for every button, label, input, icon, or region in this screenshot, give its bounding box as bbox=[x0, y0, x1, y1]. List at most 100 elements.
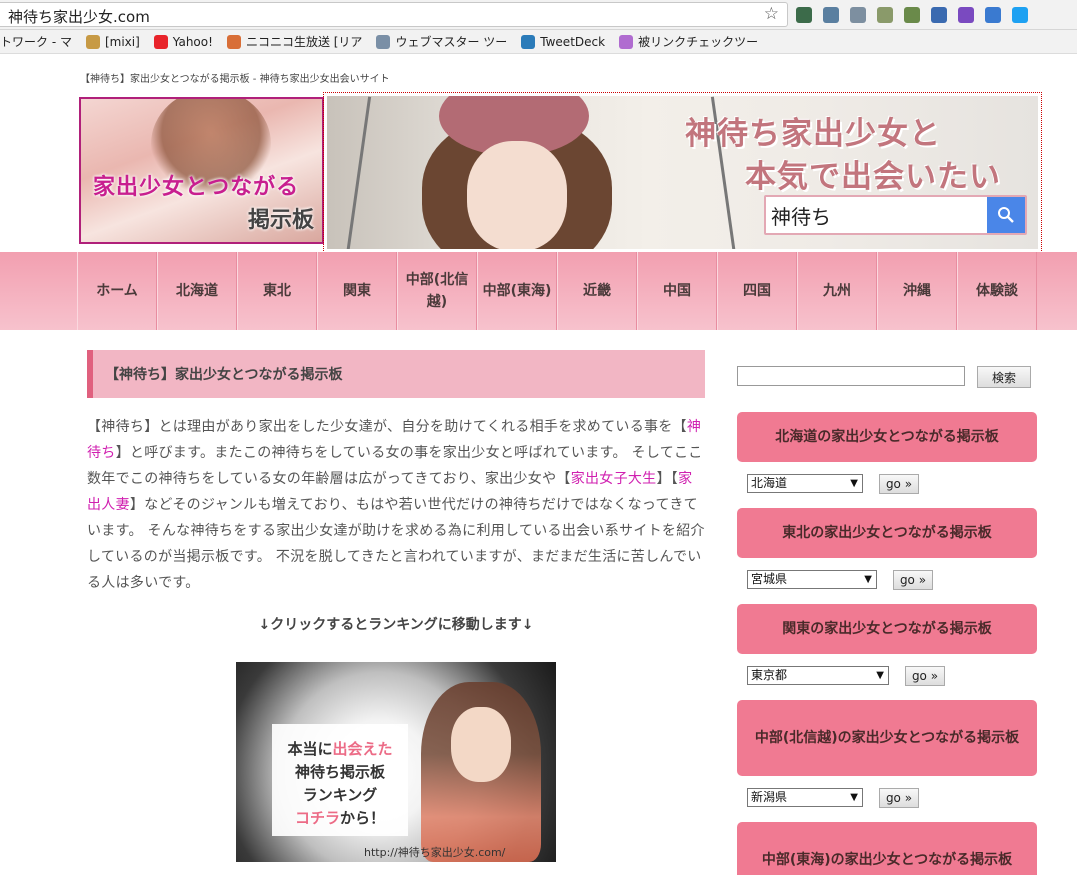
go-button[interactable]: go » bbox=[879, 474, 919, 494]
search-icon bbox=[998, 207, 1014, 223]
header-banner: 神待ち家出少女と 本気で出会いたい bbox=[323, 92, 1042, 253]
bookmark-favicon-icon bbox=[153, 34, 168, 49]
y-icon[interactable] bbox=[877, 7, 893, 23]
bookmark-item[interactable]: Yahoo! bbox=[153, 34, 213, 49]
db-icon[interactable] bbox=[985, 7, 1001, 23]
bookmark-label: TweetDeck bbox=[540, 34, 606, 49]
intro-text-part: 【神待ち】とは理由があり家出をした少女達が、自分を助けてくれる相手を求めている事… bbox=[87, 419, 687, 435]
region-select[interactable]: 東京都 ▼ bbox=[747, 666, 889, 685]
region-select[interactable]: 宮城県 ▼ bbox=[747, 570, 877, 589]
region-widget-title[interactable]: 中部(東海)の家出少女とつながる掲示板 bbox=[737, 822, 1037, 875]
region-select-value: 宮城県 bbox=[751, 572, 788, 586]
main-nav: ホーム 北海道 東北 関東 中部(北信越) 中部(東海) 近畿 中国 四国 九州 沖縄 体験談 bbox=[0, 252, 1077, 330]
go-button[interactable]: go » bbox=[893, 570, 933, 590]
region-widget-title[interactable]: 関東の家出少女とつながる掲示板 bbox=[737, 604, 1037, 654]
bookmark-favicon-icon bbox=[376, 34, 391, 49]
region-widget: 関東の家出少女とつながる掲示板東京都 ▼ go » bbox=[737, 604, 1037, 688]
bookmark-item[interactable]: 被リンクチェックツー bbox=[619, 33, 758, 50]
puzzle-icon[interactable] bbox=[904, 7, 920, 23]
bookmark-item[interactable]: トワーク - マ bbox=[0, 33, 72, 50]
go-button[interactable]: go » bbox=[905, 666, 945, 686]
go-button[interactable]: go » bbox=[879, 788, 919, 808]
region-select-value: 新潟県 bbox=[751, 790, 788, 804]
site-logo[interactable]: 家出少女とつながる 掲示板 bbox=[79, 97, 324, 244]
banner-title-line2: 本気で出会いたい bbox=[745, 159, 1001, 195]
rank-text: ランキング bbox=[302, 786, 378, 804]
f-icon[interactable] bbox=[958, 7, 974, 23]
region-widget-title[interactable]: 東北の家出少女とつながる掲示板 bbox=[737, 508, 1037, 558]
region-select[interactable]: 新潟県 ▼ bbox=[747, 788, 863, 807]
nav-item[interactable]: 中国 bbox=[637, 252, 717, 330]
nav-item[interactable]: 体験談 bbox=[957, 252, 1037, 330]
bookmark-favicon-icon bbox=[521, 34, 536, 49]
main-content: 【神待ち】家出少女とつながる掲示板 【神待ち】とは理由があり家出をした少女達が、… bbox=[87, 350, 705, 862]
nav-item[interactable]: 九州 bbox=[797, 252, 877, 330]
chevron-down-icon: ▼ bbox=[850, 478, 858, 489]
bookmark-item[interactable]: TweetDeck bbox=[521, 34, 606, 49]
banner-search-input[interactable] bbox=[771, 197, 986, 233]
ranking-banner-url: http://神待ち家出少女.com/ bbox=[364, 846, 506, 859]
chevron-down-icon: ▼ bbox=[850, 792, 858, 803]
logo-text-line2: 掲示板 bbox=[247, 207, 314, 233]
bookmark-favicon-icon bbox=[226, 34, 241, 49]
dropbox-icon[interactable] bbox=[850, 7, 866, 23]
bookmark-favicon-icon bbox=[619, 34, 634, 49]
banner-title-line1: 神待ち家出少女と bbox=[685, 116, 941, 152]
nav-item[interactable]: 関東 bbox=[317, 252, 397, 330]
nav-item[interactable]: 中部(東海) bbox=[477, 252, 557, 330]
sidebar-search-input[interactable] bbox=[737, 366, 965, 386]
bookmark-label: Yahoo! bbox=[172, 34, 213, 49]
bookmark-label: ニコニコ生放送 [リア bbox=[245, 35, 363, 49]
region-select[interactable]: 北海道 ▼ bbox=[747, 474, 863, 493]
bookmark-item[interactable]: ニコニコ生放送 [リア bbox=[226, 33, 363, 50]
address-bar[interactable]: 神待ち家出少女.com ☆ bbox=[0, 2, 788, 27]
ranking-banner[interactable]: 本当に出会えた 神待ち掲示板 ランキング コチラから！ http://神待ち家出… bbox=[236, 662, 556, 862]
ranking-card: 本当に出会えた 神待ち掲示板 ランキング コチラから！ bbox=[272, 724, 408, 836]
sidebar: 検索 北海道の家出少女とつながる掲示板 北海道 ▼ go » 東北の家出少女とつながる掲… bbox=[737, 364, 1037, 875]
chevron-down-icon: ▼ bbox=[864, 574, 872, 585]
twitter-icon[interactable] bbox=[1012, 7, 1028, 23]
nav-item[interactable]: ホーム bbox=[77, 252, 157, 330]
intro-text-part: 】などそのジャンルも増えており、もはや若い世代だけの神待ちだけではなくなってきて… bbox=[87, 497, 705, 591]
bookmark-star-icon[interactable]: ☆ bbox=[764, 4, 779, 24]
rank-text: 神待ち掲示板 bbox=[294, 763, 385, 781]
nav-item[interactable]: 中部(北信越) bbox=[397, 252, 477, 330]
rank-text-highlight: コチラ bbox=[294, 809, 340, 827]
region-widget: 北海道の家出少女とつながる掲示板北海道 ▼ go » bbox=[737, 412, 1037, 496]
sidebar-search: 検索 bbox=[737, 364, 1037, 388]
nav-item[interactable]: 四国 bbox=[717, 252, 797, 330]
rank-text: から！ bbox=[340, 809, 386, 827]
bookmarks-bar: トワーク - マ [mixi] Yahoo! ニコニコ生放送 [リア ウェブマスター ツ… bbox=[0, 30, 1077, 54]
sidebar-search-button[interactable]: 検索 bbox=[977, 366, 1031, 388]
intro-text: 【神待ち】とは理由があり家出をした少女達が、自分を助けてくれる相手を求めている事… bbox=[87, 414, 705, 596]
site-tagline: 【神待ち】家出少女とつながる掲示板 - 神待ち家出少女出会いサイト bbox=[80, 74, 390, 85]
bookmark-label: トワーク - マ bbox=[0, 35, 72, 49]
logo-text-line1: 家出少女とつながる bbox=[93, 175, 300, 200]
nav-item[interactable]: 東北 bbox=[237, 252, 317, 330]
extension-icons bbox=[796, 5, 1028, 25]
ranking-cta: ↓クリックするとランキングに移動します↓ bbox=[258, 617, 534, 633]
region-widget-title[interactable]: 北海道の家出少女とつながる掲示板 bbox=[737, 412, 1037, 462]
bookmark-label: ウェブマスター ツー bbox=[395, 35, 508, 49]
globe-icon[interactable] bbox=[796, 7, 812, 23]
ranking-photo-face bbox=[451, 707, 511, 782]
region-widget-title[interactable]: 中部(北信越)の家出少女とつながる掲示板 bbox=[737, 700, 1037, 776]
region-widget: 中部(東海)の家出少女とつながる掲示板 bbox=[737, 822, 1037, 875]
banner-photo-face bbox=[467, 141, 567, 249]
chat-icon[interactable] bbox=[931, 7, 947, 23]
region-widget: 中部(北信越)の家出少女とつながる掲示板新潟県 ▼ go » bbox=[737, 700, 1037, 810]
rank-text: 本当に bbox=[287, 740, 333, 758]
region-select-value: 東京都 bbox=[751, 668, 788, 682]
nav-item[interactable]: 沖縄 bbox=[877, 252, 957, 330]
nav-item[interactable]: 近畿 bbox=[557, 252, 637, 330]
region-widget: 東北の家出少女とつながる掲示板宮城県 ▼ go » bbox=[737, 508, 1037, 592]
nav-item[interactable]: 北海道 bbox=[157, 252, 237, 330]
umbrella-shaft-left bbox=[345, 96, 372, 249]
banner-search-button[interactable] bbox=[987, 197, 1025, 233]
link-iede-joshidaisei[interactable]: 家出女子大生 bbox=[571, 471, 657, 487]
bookmark-item[interactable]: [mixi] bbox=[85, 34, 140, 49]
chain-icon[interactable] bbox=[823, 7, 839, 23]
bookmark-item[interactable]: ウェブマスター ツー bbox=[376, 33, 507, 50]
intro-text-part: 】【 bbox=[656, 471, 679, 487]
entry-title: 【神待ち】家出少女とつながる掲示板 bbox=[87, 350, 705, 398]
